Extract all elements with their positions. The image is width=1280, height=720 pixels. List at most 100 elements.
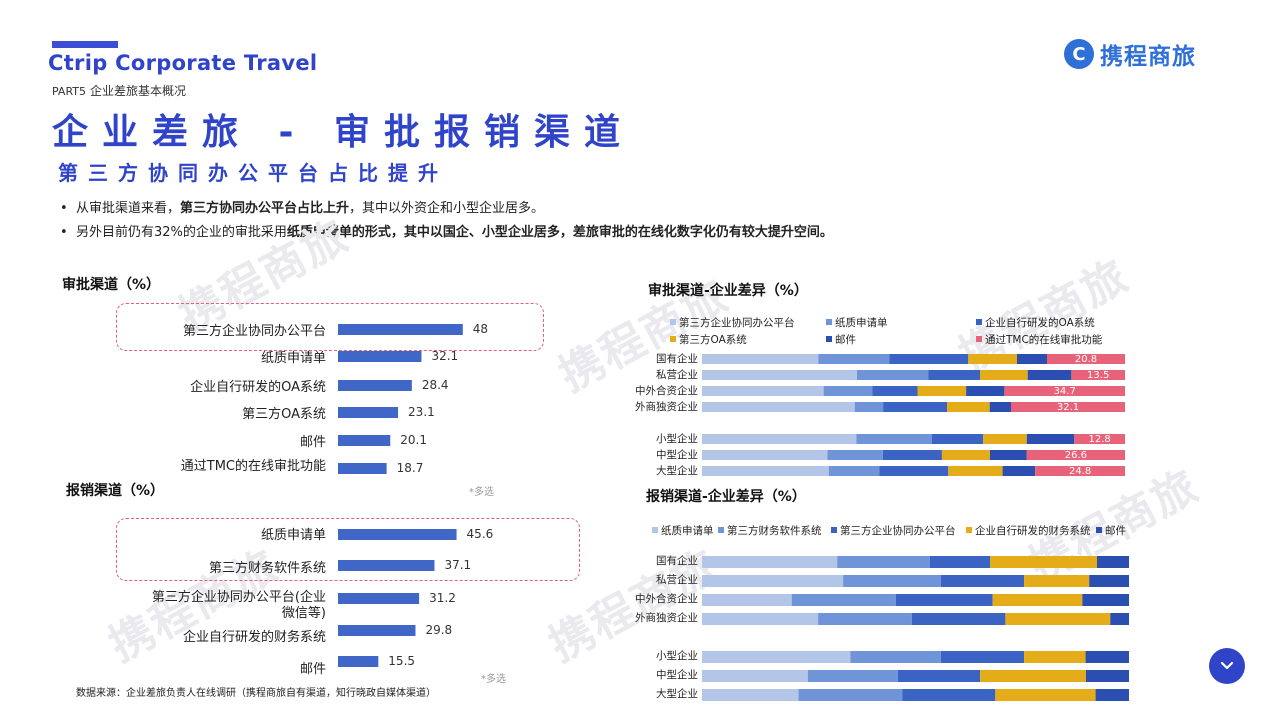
bar xyxy=(338,407,399,418)
legend-label: 纸质申请单 xyxy=(661,524,714,537)
stacked-segment xyxy=(791,594,896,606)
stacked-segment xyxy=(889,354,969,364)
bar xyxy=(338,380,412,391)
bar-category-label: 纸质申请单 xyxy=(261,351,326,366)
legend-label: 纸质申请单 xyxy=(835,316,888,329)
bar-value-label: 20.1 xyxy=(400,433,427,447)
stacked-segment xyxy=(854,402,884,412)
chevron-down-icon xyxy=(1220,661,1234,670)
bar-category-label: 企业自行研发的财务系统 xyxy=(183,629,326,645)
stacked-segment xyxy=(807,670,898,682)
multi-select-note: *多选 xyxy=(469,487,494,498)
stacked-segment xyxy=(948,466,1003,476)
category-label: 外商独资企业 xyxy=(635,400,698,413)
category-label: 小型企业 xyxy=(656,432,698,445)
stacked-segment xyxy=(856,370,929,380)
bar xyxy=(338,351,422,362)
legend-label: 通过TMC的在线审批功能 xyxy=(985,333,1103,346)
bar xyxy=(338,435,391,446)
bar-value-label: 45.6 xyxy=(467,527,494,541)
bar-value-label: 15.5 xyxy=(388,654,415,668)
stacked-segment xyxy=(947,402,990,412)
stacked-segment xyxy=(1017,354,1047,364)
stacked-segment xyxy=(850,651,941,663)
legend-label: 邮件 xyxy=(1105,524,1126,537)
bar xyxy=(338,463,387,474)
category-label: 国有企业 xyxy=(656,352,698,365)
stacked-segment xyxy=(966,386,1005,396)
bar xyxy=(338,625,416,636)
stacked-segment xyxy=(883,402,948,412)
legend-swatch xyxy=(826,336,832,342)
data-source: 数据来源：企业差旅负责人在线调研（携程商旅自有渠道，知行晓政自媒体渠道） xyxy=(76,688,436,699)
stacked-segment xyxy=(702,613,819,625)
reimburse-diff-stacked-chart: 纸质申请单 第三方财务软件系统 第三方企业协同办公平台 企业自行研发的财务系统 邮件国有… xyxy=(635,524,1129,701)
segment-value-label: 12.8 xyxy=(1089,434,1111,445)
stacked-segment xyxy=(1002,466,1036,476)
logo-c-icon: C xyxy=(1064,39,1094,69)
category-label: 私营企业 xyxy=(656,573,698,586)
stacked-segment xyxy=(702,689,799,701)
legend-swatch xyxy=(976,319,982,325)
stacked-segment xyxy=(798,689,903,701)
bar-category-label: 邮件 xyxy=(300,435,326,450)
stacked-segment xyxy=(702,370,857,380)
segment-value-label: 32.1 xyxy=(1057,402,1079,413)
stacked-segment xyxy=(911,613,1006,625)
stacked-segment xyxy=(837,556,930,568)
stacked-segment xyxy=(1024,575,1090,587)
stacked-segment xyxy=(882,450,942,460)
bar xyxy=(338,529,457,540)
stacked-segment xyxy=(702,466,829,476)
approval-diff-stacked-chart: 第三方企业协同办公平台 纸质申请单 企业自行研发的OA系统第三方OA系统 邮件 通过TM… xyxy=(635,316,1125,477)
stacked-segment xyxy=(989,450,1027,460)
legend-label: 第三方企业协同办公平台 xyxy=(840,524,956,537)
legend-label: 邮件 xyxy=(835,333,856,346)
stacked-segment xyxy=(843,575,941,587)
stacked-segment xyxy=(1095,689,1129,701)
scroll-down-button[interactable] xyxy=(1209,648,1245,684)
bar xyxy=(338,324,463,335)
stacked-segment xyxy=(940,651,1025,663)
logo-text: 携程商旅 xyxy=(1100,44,1196,70)
bar-value-label: 31.2 xyxy=(429,591,456,605)
segment-value-label: 20.8 xyxy=(1075,354,1097,365)
stacked-segment xyxy=(702,402,855,412)
stacked-segment xyxy=(827,450,883,460)
stacked-segment xyxy=(1085,651,1129,663)
legend-swatch xyxy=(652,527,658,533)
stacked-segment xyxy=(1005,613,1111,625)
bar xyxy=(338,656,379,667)
stacked-segment xyxy=(702,670,808,682)
segment-value-label: 34.7 xyxy=(1054,386,1076,397)
bar-category-label: 邮件 xyxy=(300,662,326,677)
stacked-segment xyxy=(897,670,981,682)
bar-category-label: 纸质申请单 xyxy=(261,528,326,543)
stacked-segment xyxy=(995,689,1096,701)
stacked-segment xyxy=(702,450,828,460)
stacked-segment xyxy=(980,670,1086,682)
stacked-segment xyxy=(702,354,819,364)
bar-value-label: 32.1 xyxy=(431,349,458,363)
approval-bar-chart: 第三方企业协同办公平台 48 纸质申请单 32.1 企业自行研发的OA系统 28.4 第三方… xyxy=(152,322,494,677)
stacked-segment xyxy=(968,354,1017,364)
stacked-segment xyxy=(702,386,824,396)
stacked-segment xyxy=(1110,613,1129,625)
bar-category-label: 微信等) xyxy=(282,605,326,621)
legend-swatch xyxy=(976,336,982,342)
legend-label: 第三方财务软件系统 xyxy=(727,524,822,537)
legend-swatch xyxy=(670,336,676,342)
bar-value-label: 37.1 xyxy=(444,558,471,572)
approval-diff-chart-title: 审批渠道-企业差异（%） xyxy=(648,283,808,299)
stacked-segment xyxy=(928,370,981,380)
category-label: 中型企业 xyxy=(656,448,698,461)
category-label: 国有企业 xyxy=(656,554,698,567)
stacked-segment xyxy=(1082,594,1129,606)
bar-category-label: 第三方企业协同办公平台 xyxy=(183,323,326,339)
stacked-segment xyxy=(1026,434,1075,444)
category-label: 小型企业 xyxy=(656,649,698,662)
stacked-segment xyxy=(992,594,1083,606)
category-label: 中外合资企业 xyxy=(635,592,698,605)
stacked-segment xyxy=(872,386,918,396)
legend-swatch xyxy=(966,527,972,533)
